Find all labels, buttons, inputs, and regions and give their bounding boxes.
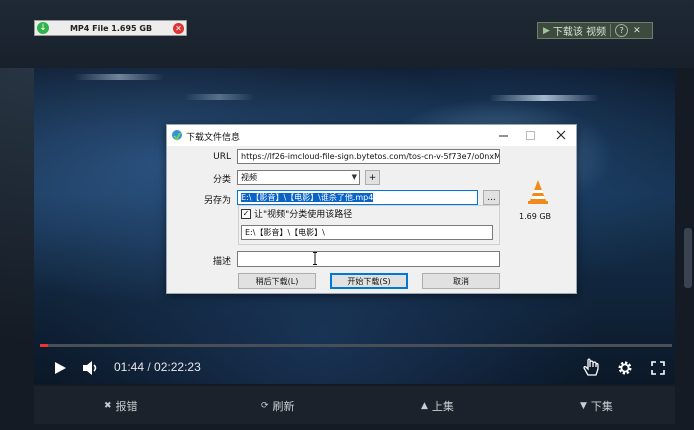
category-value: 视频: [241, 173, 257, 182]
cancel-button[interactable]: 取消: [422, 273, 500, 289]
triangle-up-icon: ▲: [421, 401, 428, 411]
download-video-label: 下载该 视频: [552, 27, 607, 38]
close-icon: [556, 130, 566, 140]
close-icon: ✖: [104, 401, 112, 411]
maximize-icon: [525, 130, 535, 140]
next-episode-label: 下集: [590, 400, 613, 413]
category-label: 分类: [212, 175, 231, 185]
divider: [610, 24, 612, 37]
refresh-icon: ⟳: [261, 401, 269, 411]
file-info-text: MP4 File 1.695 GB: [69, 23, 153, 33]
close-button[interactable]: [552, 128, 570, 142]
cursor-hand-icon: [583, 358, 599, 376]
settings-button[interactable]: [614, 358, 636, 378]
save-path-combo[interactable]: E:\【影音】\【电影】\谁杀了他.mp4 ▼: [237, 190, 478, 205]
browse-button[interactable]: ...: [483, 190, 500, 205]
save-as-label: 另存为: [203, 196, 231, 206]
app-globe-icon: [172, 130, 182, 141]
current-time: 01:44: [114, 360, 145, 374]
description-field[interactable]: [237, 251, 500, 267]
fullscreen-icon: [651, 361, 665, 375]
minimize-button[interactable]: [494, 128, 512, 142]
report-label: 报错: [115, 400, 138, 413]
prev-episode-label: 上集: [431, 400, 454, 413]
play-button[interactable]: [50, 358, 70, 378]
triangle-down-icon: ▼: [580, 401, 587, 411]
light-streak: [74, 74, 164, 80]
scrollbar-thumb[interactable]: [684, 228, 692, 288]
use-path-checkbox[interactable]: ✓: [241, 208, 251, 219]
volume-button[interactable]: [80, 358, 102, 378]
minimize-icon: [498, 135, 508, 136]
light-streak: [184, 94, 254, 100]
screenshot-button[interactable]: [580, 356, 602, 380]
download-dialog: 下载文件信息 URL https://lf26-imcloud-file-sig…: [166, 124, 577, 294]
url-label: URL: [213, 152, 231, 162]
vlc-cone-icon: [528, 180, 548, 204]
start-download-button[interactable]: 开始下载(S): [330, 273, 408, 289]
volume-icon: [83, 361, 97, 375]
refresh-button[interactable]: ⟳ 刷新: [261, 398, 295, 414]
download-app-icon: ↓: [37, 22, 49, 34]
gear-icon: [618, 361, 632, 375]
progress-bar[interactable]: [40, 344, 672, 347]
use-path-checkbox-row[interactable]: ✓ 让"视频"分类使用该路径: [241, 207, 352, 220]
download-video-button[interactable]: ▶ 下载该 视频 ? ✕: [537, 22, 653, 39]
download-later-button[interactable]: 稍后下载(L): [238, 273, 316, 289]
close-icon[interactable]: ✕: [633, 26, 641, 36]
next-episode-button[interactable]: ▼ 下集: [580, 398, 613, 414]
time-display: 01:44 / 02:22:23: [114, 360, 201, 374]
category-path-field[interactable]: E:\【影音】\【电影】\: [241, 225, 493, 240]
play-icon: [55, 362, 66, 374]
description-label: 描述: [212, 257, 231, 267]
fullscreen-button[interactable]: [648, 358, 668, 378]
refresh-label: 刷新: [272, 400, 295, 413]
save-path-value: E:\【影音】\【电影】\谁杀了他.mp4: [241, 193, 374, 202]
chevron-down-icon: ▼: [351, 173, 357, 181]
progress-fill: [40, 344, 48, 347]
help-icon[interactable]: ?: [615, 24, 629, 37]
maximize-button[interactable]: [521, 128, 539, 142]
file-size: 1.69 GB: [519, 212, 552, 221]
light-streak: [489, 95, 599, 101]
player-controls: 01:44 / 02:22:23: [34, 352, 675, 384]
chevron-down-icon: ▼: [469, 191, 475, 204]
file-info-tag: ↓ MP4 File 1.695 GB ✕: [34, 20, 187, 36]
close-icon[interactable]: ✕: [173, 22, 184, 34]
category-select[interactable]: 视频 ▼: [237, 170, 360, 185]
total-time: 02:22:23: [154, 360, 201, 374]
use-path-checkbox-label: 让"视频"分类使用该路径: [254, 210, 353, 220]
add-category-button[interactable]: +: [365, 170, 380, 185]
report-button[interactable]: ✖ 报错: [104, 398, 138, 414]
play-icon: ▶: [543, 25, 550, 36]
text-cursor-icon: [313, 252, 317, 265]
bottom-toolbar: ✖ 报错 ⟳ 刷新 ▲ 上集 ▼ 下集: [34, 386, 675, 424]
dialog-title: 下载文件信息: [186, 133, 241, 143]
dialog-titlebar: 下载文件信息: [167, 125, 576, 146]
prev-episode-button[interactable]: ▲ 上集: [421, 398, 454, 414]
url-field[interactable]: https://lf26-imcloud-file-sign.bytetos.c…: [237, 149, 500, 164]
